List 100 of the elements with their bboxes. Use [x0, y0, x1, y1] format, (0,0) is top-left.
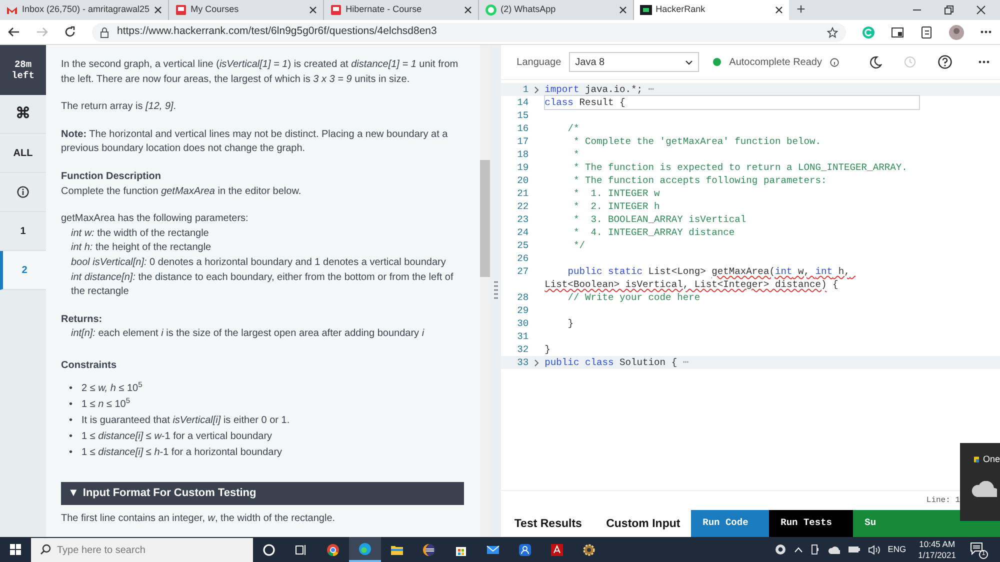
code-line: * 1. INTEGER w [572, 187, 661, 200]
close-icon[interactable] [774, 6, 783, 14]
line-number: 24 [516, 226, 529, 239]
close-icon[interactable] [464, 6, 472, 14]
code-line: } [544, 343, 552, 356]
code-line: public static List<Long> getMaxArea(int w, int h, List<Boolean> isVertical, List<Integer> distance) { [544, 265, 851, 291]
fold-chevron-icon[interactable] [534, 86, 540, 94]
paragraph: The first line contains an integer, w, the width of the rectangle. [61, 512, 336, 526]
code-line: * The function accepts following parameters: [572, 174, 828, 187]
bullet-mark: • [69, 398, 73, 412]
notification-icon[interactable] [970, 542, 983, 554]
section-header[interactable]: ▼ Input Format For Custom Testing [61, 482, 464, 504]
line-number: 17 [516, 135, 529, 148]
close-icon[interactable] [976, 5, 986, 15]
constraint-item: It is guaranteed that isVertical[i] is either 0 or 1. [82, 414, 290, 428]
pdf-icon [550, 542, 564, 556]
line-number: 20 [516, 174, 529, 187]
cloud-icon[interactable] [828, 545, 840, 554]
notification-title: One [982, 453, 1000, 466]
new-tab-button[interactable]: + [788, 0, 814, 22]
section-heading: Function Description [61, 170, 162, 184]
battery-icon[interactable] [848, 546, 860, 553]
line-number: 15 [516, 109, 529, 122]
line-number: 22 [516, 200, 529, 213]
sync-icon[interactable] [774, 544, 786, 555]
gear-icon [582, 542, 596, 556]
language-dropdown[interactable]: Java 8 [569, 52, 700, 72]
language-indicator[interactable]: ENG [888, 543, 906, 556]
browser-icon [326, 542, 340, 556]
close-icon[interactable] [308, 6, 317, 14]
line-number: 27 [516, 265, 529, 279]
chevron-up-icon[interactable] [794, 546, 803, 552]
paragraph: In the second graph, a vertical line (isVertical[1] = 1) is created at distance[1] = 1 unit from the left. There are now four areas, the largest of which is 3 x 3 = 9 units in size. [61, 58, 460, 87]
question-nav-item[interactable]: 2 [0, 251, 46, 290]
line-number: 18 [516, 148, 529, 161]
moon-icon[interactable] [869, 56, 882, 68]
parameter-text: int h: the height of the rectangle [70, 241, 212, 256]
browser-tab[interactable]: HackerRank [634, 0, 789, 20]
address-bar[interactable]: https://www.hackerrank.com/test/6ln9g5g0r6f/questions/4elchsd8en3 [92, 22, 846, 42]
more-icon[interactable] [980, 30, 992, 34]
star-icon[interactable] [827, 26, 838, 38]
bullet-mark: • [69, 414, 73, 428]
run-tests-button[interactable]: Run Tests [768, 510, 853, 537]
bullet-mark: • [69, 430, 73, 444]
code-line: * 4. INTEGER_ARRAY distance [572, 226, 736, 239]
close-icon[interactable] [618, 6, 627, 14]
search-field[interactable]: Type here to search [31, 538, 253, 562]
mail-icon [6, 4, 18, 16]
line-number: 32 [516, 343, 529, 356]
code-line: public class Solution { ⋯ [544, 356, 690, 369]
code-line: } [566, 317, 574, 330]
code-line: * [572, 148, 580, 161]
line-number: 33 [516, 356, 529, 369]
line-number: 28 [516, 291, 529, 304]
bullet-mark: • [69, 446, 73, 460]
fold-chevron-icon[interactable] [534, 358, 540, 366]
browser-icon [358, 542, 372, 556]
circle-icon [262, 542, 276, 556]
paragraph: Complete the function getMaxArea in the editor below. [61, 184, 302, 199]
task-view-icon [294, 542, 308, 556]
chat-icon [484, 4, 497, 16]
book-icon [174, 4, 187, 16]
line-number: 14 [516, 96, 529, 109]
section-heading: Returns: [61, 312, 104, 327]
reload-icon[interactable] [64, 26, 76, 38]
help-icon[interactable] [938, 55, 952, 69]
avatar-icon[interactable] [949, 24, 964, 40]
code-line: class Result { [544, 96, 919, 109]
line-number: 23 [516, 213, 529, 226]
clock[interactable]: 10:45 AM 1/17/2021 [914, 538, 960, 560]
run-code-button[interactable]: Run Code [690, 510, 769, 537]
line-number: 31 [516, 330, 529, 343]
device-icon[interactable] [810, 544, 820, 555]
more-icon[interactable] [978, 60, 990, 64]
collections-icon[interactable] [920, 26, 933, 38]
line-number: 21 [516, 187, 529, 200]
restore-icon[interactable] [944, 5, 954, 15]
parameter-text: int distance[n]: the distance to each boundary, either from the bottom or from the left of the rectangle [70, 270, 454, 300]
person-icon [518, 542, 532, 556]
bullet-mark: • [69, 382, 73, 396]
constraint-item: 2 ≤ w, h ≤ 10$^{5}$ [82, 380, 142, 396]
constraint-item: 1 ≤ distance[i] ≤ h-1 for a horizontal boundary [82, 446, 282, 460]
speaker-icon[interactable] [868, 544, 880, 554]
windows-logo-icon[interactable] [10, 544, 21, 555]
paragraph: getMaxArea has the following parameters: [61, 212, 250, 226]
code-icon [640, 4, 652, 16]
code-line: import java.io.*; ⋯ [544, 83, 656, 96]
info-icon[interactable] [17, 186, 29, 198]
constraint-item: 1 ≤ distance[i] ≤ w-1 for a vertical boundary [82, 430, 272, 444]
line-number: 30 [516, 317, 529, 330]
code-line: // Write your code here [566, 291, 702, 304]
code-line: * 2. INTEGER h [572, 200, 661, 213]
section-heading: Constraints [61, 358, 118, 373]
close-icon[interactable] [154, 6, 162, 14]
book-icon [330, 4, 342, 16]
window-icon[interactable] [891, 26, 904, 38]
back-arrow-icon[interactable] [8, 26, 20, 38]
scrollbar-thumb[interactable] [480, 160, 490, 277]
info-icon[interactable] [830, 58, 839, 66]
line-number: 1 [522, 83, 529, 96]
